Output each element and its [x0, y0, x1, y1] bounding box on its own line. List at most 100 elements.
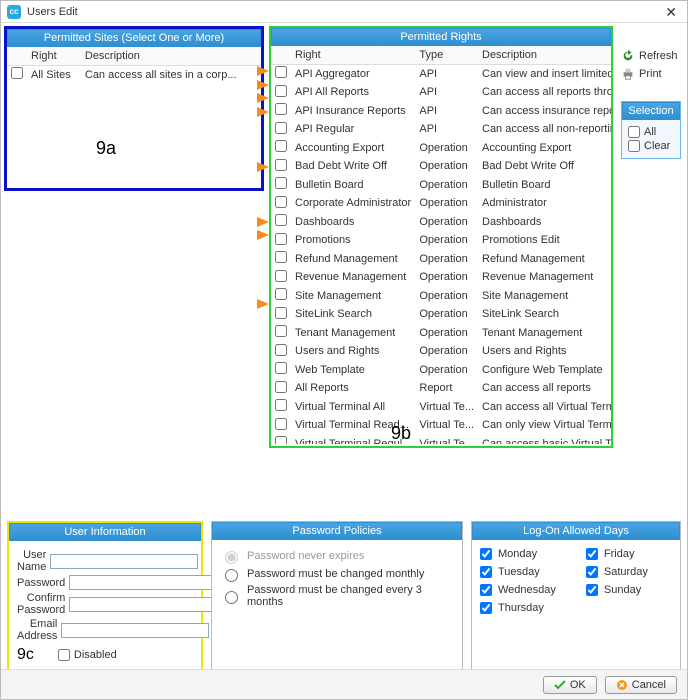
password-policies-title: Password Policies [212, 522, 462, 540]
day-checkbox[interactable] [480, 584, 492, 596]
rights-row-checkbox[interactable] [275, 270, 287, 282]
day-checkbox[interactable] [586, 548, 598, 560]
rights-row[interactable]: Dashboards Operation Dashboards [271, 213, 611, 232]
rights-row[interactable]: API Insurance Reports API Can access ins… [271, 102, 611, 121]
selection-clear[interactable]: Clear [628, 140, 674, 152]
rights-row-desc: SiteLink Search [478, 306, 611, 325]
rights-row-checkbox[interactable] [275, 177, 287, 189]
day-checkbox[interactable] [480, 548, 492, 560]
rights-row[interactable]: Promotions Operation Promotions Edit [271, 232, 611, 251]
rights-row-checkbox[interactable] [275, 122, 287, 134]
rights-row[interactable]: Web Template Operation Configure Web Tem… [271, 361, 611, 380]
day-friday[interactable]: Friday [586, 548, 648, 560]
rights-row-checkbox[interactable] [275, 307, 287, 319]
rights-row-checkbox[interactable] [275, 103, 287, 115]
rights-row-right: Bulletin Board [291, 176, 415, 195]
rights-row-type: Virtual Te... [415, 398, 478, 417]
disabled-checkbox[interactable] [58, 649, 70, 661]
rights-row-checkbox[interactable] [275, 85, 287, 97]
day-checkbox[interactable] [586, 584, 598, 596]
day-thursday[interactable]: Thursday [480, 602, 556, 614]
email-field[interactable] [61, 623, 209, 638]
rights-row[interactable]: Virtual Terminal All Virtual Te... Can a… [271, 398, 611, 417]
rights-row[interactable]: Corporate Administrator Operation Admini… [271, 195, 611, 214]
close-icon[interactable]: ✕ [661, 5, 681, 19]
rights-row[interactable]: Tenant Management Operation Tenant Manag… [271, 324, 611, 343]
day-tuesday[interactable]: Tuesday [480, 566, 556, 578]
rights-row[interactable]: API All Reports API Can access all repor… [271, 84, 611, 103]
rights-row-checkbox[interactable] [275, 381, 287, 393]
rights-row[interactable]: Bad Debt Write Off Operation Bad Debt Wr… [271, 158, 611, 177]
logon-days-panel: Log-On Allowed Days MondayTuesdayWednesd… [471, 521, 681, 674]
rights-row-type: Operation [415, 361, 478, 380]
cancel-label: Cancel [632, 679, 666, 691]
rights-row-desc: Site Management [478, 287, 611, 306]
day-checkbox[interactable] [480, 602, 492, 614]
rights-row[interactable]: All Reports Report Can access all report… [271, 380, 611, 399]
refresh-link[interactable]: Refresh [621, 49, 681, 63]
rights-row-checkbox[interactable] [275, 196, 287, 208]
day-checkbox[interactable] [480, 566, 492, 578]
cancel-button[interactable]: Cancel [605, 676, 677, 694]
sites-row-checkbox[interactable] [11, 67, 23, 79]
window-title: Users Edit [27, 6, 661, 18]
rights-col-right[interactable]: Right [291, 46, 415, 65]
rights-row-checkbox[interactable] [275, 251, 287, 263]
rights-row-checkbox[interactable] [275, 159, 287, 171]
pw-never-radio[interactable] [225, 551, 238, 564]
rights-row-desc: Can access basic Virtual Terminal... [478, 435, 611, 444]
rights-row[interactable]: Refund Management Operation Refund Manag… [271, 250, 611, 269]
pw-monthly-radio[interactable] [225, 569, 238, 582]
rights-row[interactable]: Site Management Operation Site Managemen… [271, 287, 611, 306]
username-field[interactable] [50, 554, 198, 569]
selection-all-checkbox[interactable] [628, 126, 640, 138]
rights-row[interactable]: Revenue Management Operation Revenue Man… [271, 269, 611, 288]
selection-all[interactable]: All [628, 126, 674, 138]
annotation-9b: 9b [391, 423, 411, 444]
sites-col-desc[interactable]: Description [81, 47, 261, 66]
rights-row-checkbox[interactable] [275, 399, 287, 411]
rights-row-type: Operation [415, 232, 478, 251]
day-saturday[interactable]: Saturday [586, 566, 648, 578]
day-sunday[interactable]: Sunday [586, 584, 648, 596]
rights-row-checkbox[interactable] [275, 288, 287, 300]
rights-row[interactable]: SiteLink Search Operation SiteLink Searc… [271, 306, 611, 325]
selection-clear-checkbox[interactable] [628, 140, 640, 152]
rights-row-right: Corporate Administrator [291, 195, 415, 214]
rights-row[interactable]: Users and Rights Operation Users and Rig… [271, 343, 611, 362]
rights-row[interactable]: Virtual Terminal Read... Virtual Te... C… [271, 417, 611, 436]
rights-row-desc: Refund Management [478, 250, 611, 269]
rights-col-desc[interactable]: Description [478, 46, 611, 65]
rights-row-right: Refund Management [291, 250, 415, 269]
day-checkbox[interactable] [586, 566, 598, 578]
day-monday[interactable]: Monday [480, 548, 556, 560]
pw-3months-radio[interactable] [225, 591, 238, 604]
rights-col-type[interactable]: Type [415, 46, 478, 65]
rights-row-right: Users and Rights [291, 343, 415, 362]
rights-row-desc: Can view and insert limited data thr... [478, 65, 611, 84]
rights-row-checkbox[interactable] [275, 418, 287, 430]
rights-row-checkbox[interactable] [275, 362, 287, 374]
day-wednesday[interactable]: Wednesday [480, 584, 556, 596]
rights-row[interactable]: Virtual Terminal Regul... Virtual Te... … [271, 435, 611, 444]
print-link[interactable]: Print [621, 67, 681, 81]
rights-row-checkbox[interactable] [275, 325, 287, 337]
rights-row-right: Virtual Terminal All [291, 398, 415, 417]
rights-row[interactable]: Bulletin Board Operation Bulletin Board [271, 176, 611, 195]
rights-row-checkbox[interactable] [275, 233, 287, 245]
body: Permitted Sites (Select One or More) Rig… [1, 23, 687, 699]
rights-row[interactable]: Accounting Export Operation Accounting E… [271, 139, 611, 158]
rights-row[interactable]: API Regular API Can access all non-repor… [271, 121, 611, 140]
rights-row-desc: Can access insurance reports thro... [478, 102, 611, 121]
rights-row-checkbox[interactable] [275, 214, 287, 226]
rights-row[interactable]: API Aggregator API Can view and insert l… [271, 65, 611, 84]
sites-col-right[interactable]: Right [27, 47, 81, 66]
rights-row-checkbox[interactable] [275, 436, 287, 444]
rights-row-checkbox[interactable] [275, 66, 287, 78]
sites-row[interactable]: All Sites Can access all sites in a corp… [7, 66, 261, 85]
confirm-password-field[interactable] [69, 597, 217, 612]
rights-row-checkbox[interactable] [275, 344, 287, 356]
rights-row-checkbox[interactable] [275, 140, 287, 152]
password-field[interactable] [69, 575, 217, 590]
ok-button[interactable]: OK [543, 676, 597, 694]
